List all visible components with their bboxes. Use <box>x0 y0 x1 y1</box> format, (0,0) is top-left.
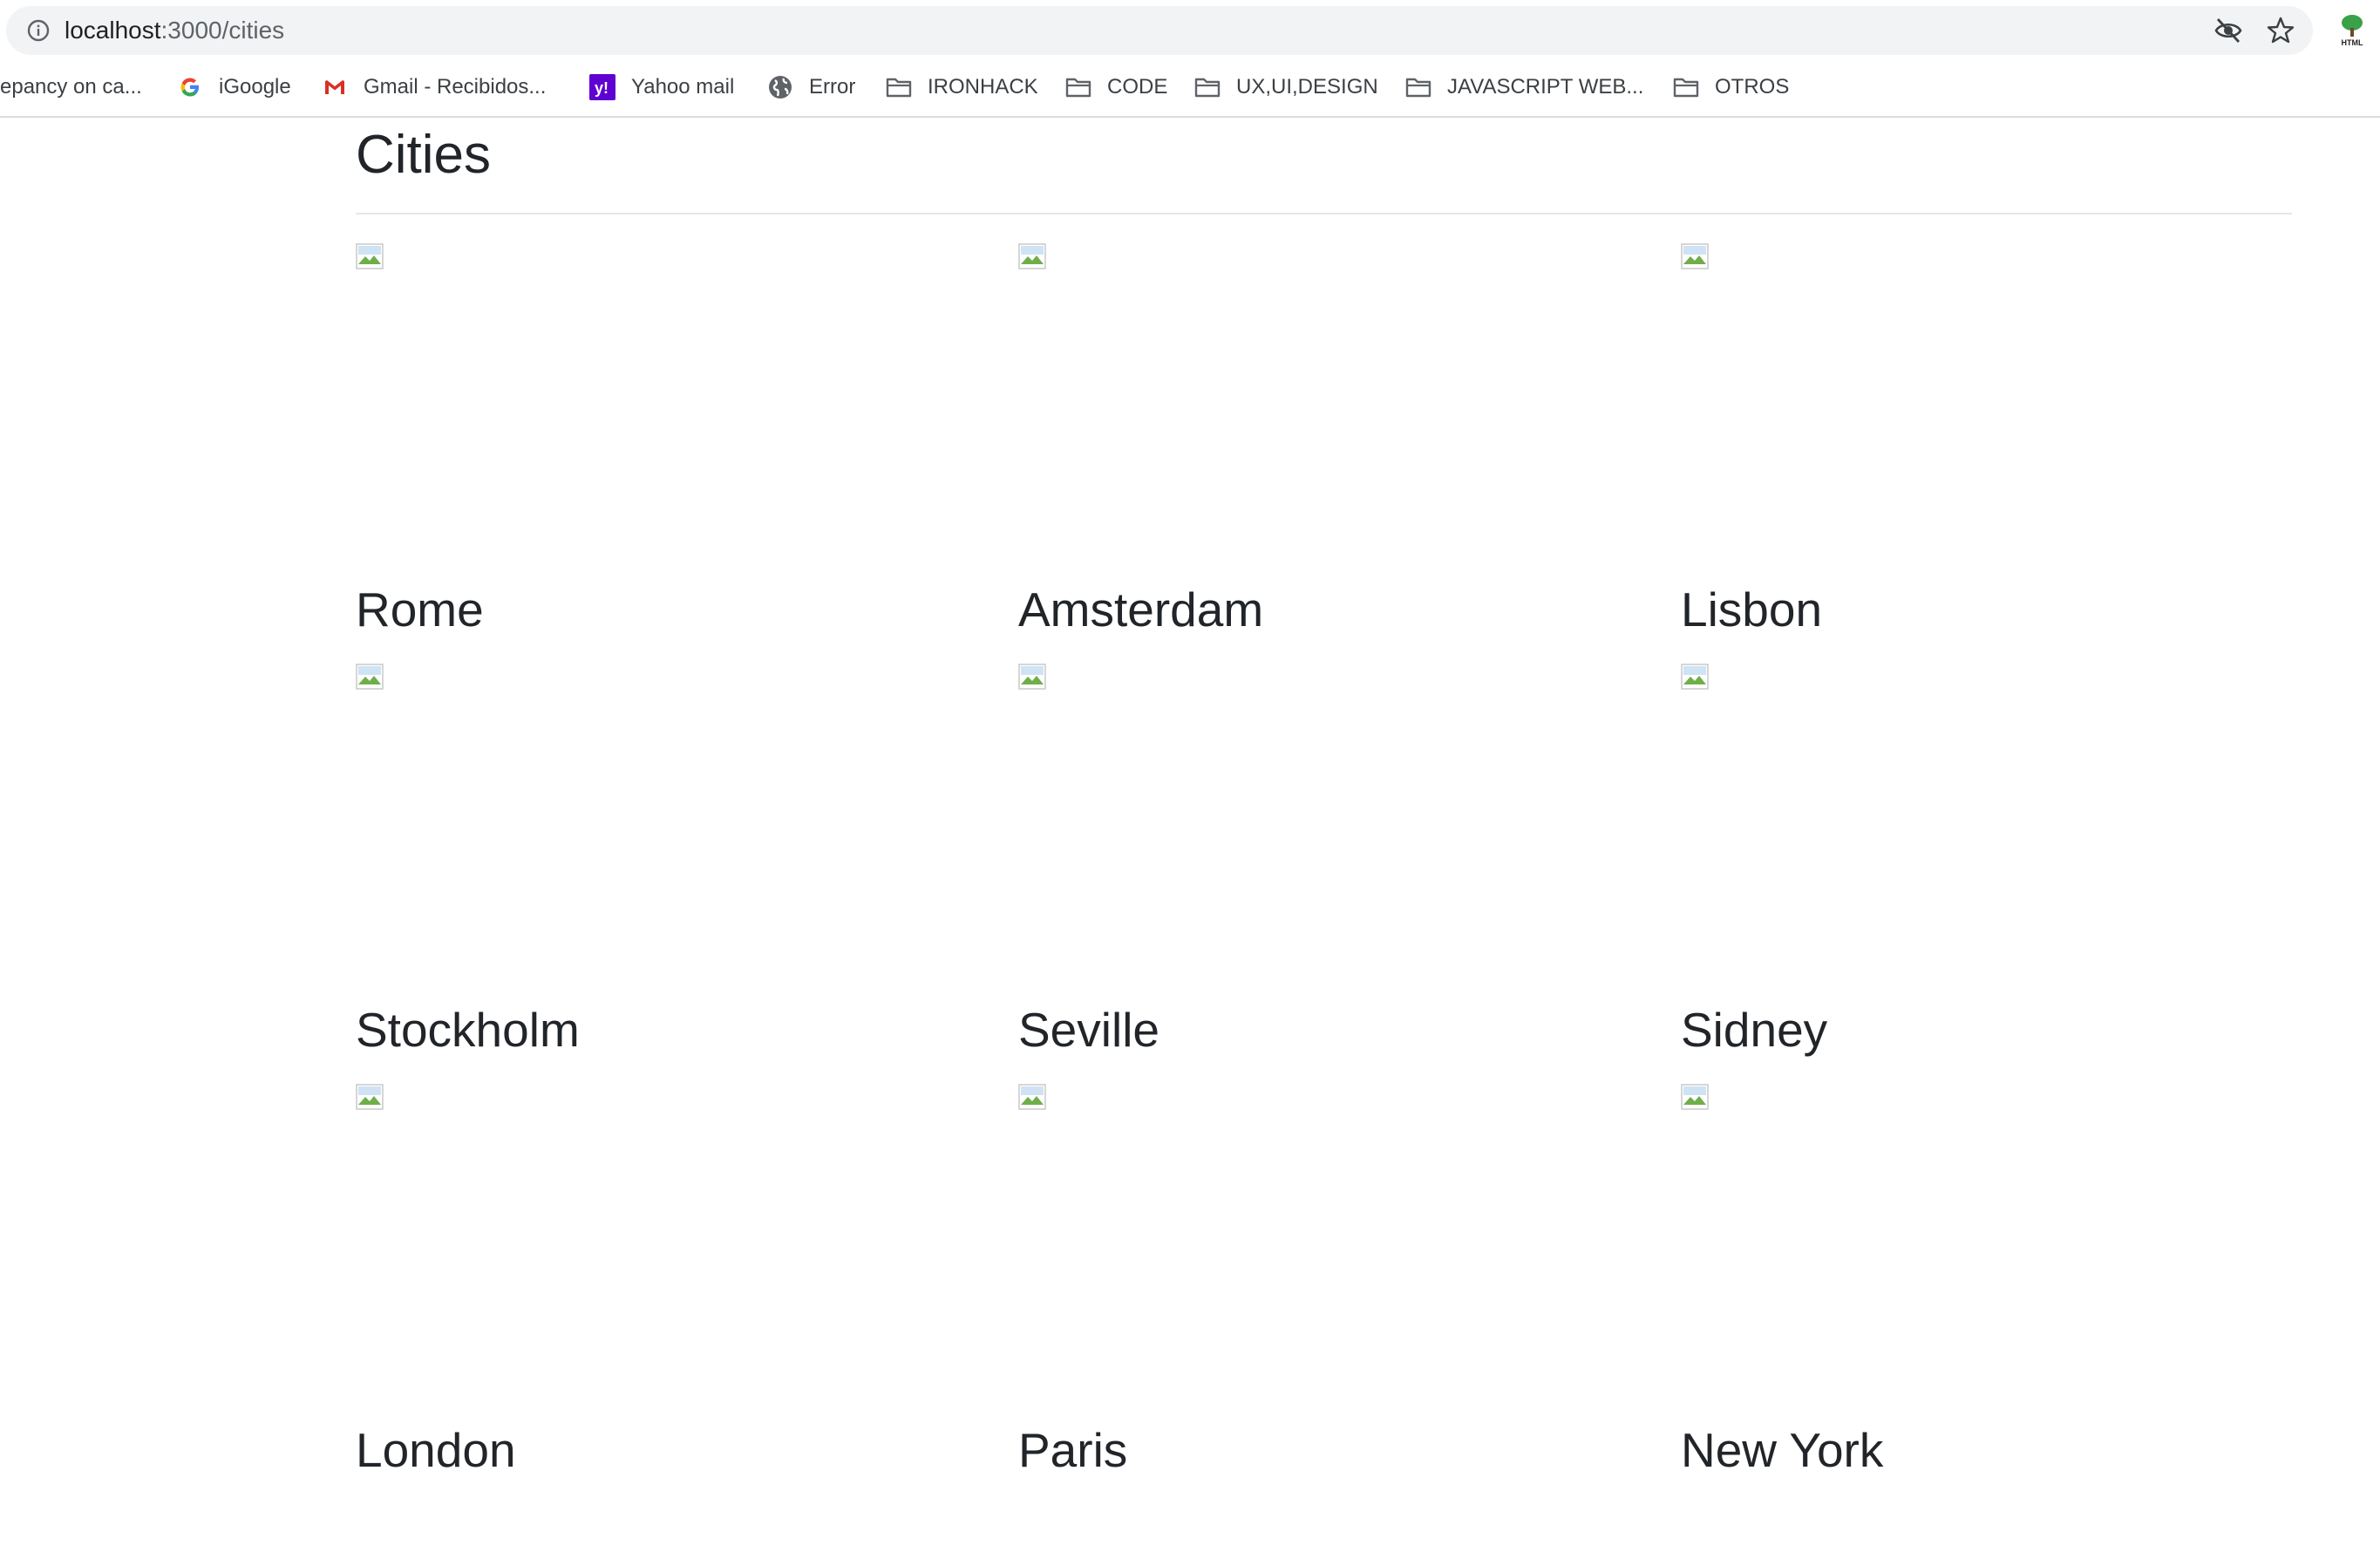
bookmark-label: Yahoo mail <box>631 75 735 99</box>
eye-off-icon[interactable] <box>2213 17 2243 44</box>
google-icon <box>180 78 199 97</box>
broken-image-icon <box>1681 1084 1709 1110</box>
info-icon[interactable] <box>25 17 51 44</box>
title-divider <box>356 213 2292 214</box>
broken-image-icon <box>1681 664 1709 690</box>
bookmark-star-icon[interactable] <box>2266 16 2295 45</box>
bookmark-label: Gmail - Recibidos... <box>364 75 547 99</box>
yahoo-icon: y! <box>589 74 615 100</box>
bookmark-label: iGoogle <box>219 75 291 99</box>
bookmarks-bar: epancy on ca... iGoogle Gmail - Recibido… <box>0 67 2380 107</box>
bookmark-folder-ux-ui-design[interactable]: UX,UI,DESIGN <box>1194 67 1378 107</box>
bookmark-label: OTROS <box>1715 75 1790 99</box>
broken-image-icon <box>1018 664 1046 690</box>
city-card[interactable]: New York <box>1681 1084 2291 1494</box>
page-title: Cities <box>356 125 492 185</box>
bookmark-folder-otros[interactable]: OTROS <box>1673 67 1789 107</box>
city-name: Paris <box>1018 1423 1128 1477</box>
city-name: New York <box>1681 1423 1884 1477</box>
city-card[interactable]: Amsterdam <box>1018 243 1629 653</box>
bookmark-item-yahoo[interactable]: y! Yahoo mail <box>589 67 734 107</box>
bookmark-folder-javascript-web[interactable]: JAVASCRIPT WEB... <box>1405 67 1643 107</box>
svg-text:HTML: HTML <box>2342 38 2363 47</box>
broken-image-icon <box>1018 1084 1046 1110</box>
city-name: Amsterdam <box>1018 582 1264 637</box>
bookmark-label: JAVASCRIPT WEB... <box>1447 75 1644 99</box>
address-bar[interactable]: localhost:3000/cities <box>6 6 2313 55</box>
bookmark-item-igoogle[interactable]: iGoogle <box>177 67 291 107</box>
folder-icon <box>1065 78 1091 98</box>
bookmark-label: IRONHACK <box>928 75 1038 99</box>
bookmark-label: epancy on ca... <box>0 75 142 99</box>
broken-image-icon <box>356 243 384 269</box>
city-card[interactable]: Seville <box>1018 664 1629 1073</box>
city-card[interactable]: Stockholm <box>356 664 966 1073</box>
broken-image-icon <box>1018 243 1046 269</box>
city-card[interactable]: Sidney <box>1681 664 2291 1073</box>
bookmark-folder-code[interactable]: CODE <box>1065 67 1167 107</box>
folder-icon <box>1194 78 1221 98</box>
folder-icon <box>886 78 912 98</box>
city-name: London <box>356 1423 516 1477</box>
city-card[interactable]: Lisbon <box>1681 243 2291 653</box>
broken-image-icon <box>1681 243 1709 269</box>
bookmark-item-gmail[interactable]: Gmail - Recibidos... <box>322 67 546 107</box>
cities-page: Cities Rome Amsterdam Lisbon Stockholm S… <box>356 119 2292 1477</box>
city-name: Sidney <box>1681 1003 1828 1057</box>
city-card[interactable]: Rome <box>356 243 966 653</box>
folder-icon <box>1673 78 1699 98</box>
city-card[interactable]: London <box>356 1084 966 1494</box>
svg-text:y!: y! <box>595 79 609 97</box>
folder-icon <box>1405 78 1431 98</box>
bookmark-folder-ironhack[interactable]: IRONHACK <box>886 67 1038 107</box>
broken-image-icon <box>356 1084 384 1110</box>
gmail-icon <box>325 80 344 94</box>
city-name: Stockholm <box>356 1003 580 1057</box>
url-host: localhost <box>65 17 161 44</box>
url-text[interactable]: localhost:3000/cities <box>65 6 284 55</box>
bookmark-label: UX,UI,DESIGN <box>1236 75 1378 99</box>
url-path: :3000/cities <box>160 17 285 44</box>
bookmark-label: CODE <box>1107 75 1168 99</box>
broken-image-icon <box>356 664 384 690</box>
bookmark-item-error[interactable]: Error <box>767 67 855 107</box>
extension-tree-icon[interactable]: HTML <box>2333 12 2371 47</box>
city-name: Rome <box>356 582 484 637</box>
city-name: Seville <box>1018 1003 1160 1057</box>
bookmark-label: Error <box>809 75 856 99</box>
browser-chrome: localhost:3000/cities HTML epancy on ca.… <box>0 0 2380 118</box>
bookmark-item[interactable]: epancy on ca... <box>0 67 142 107</box>
globe-icon <box>769 76 792 99</box>
city-name: Lisbon <box>1681 582 1823 637</box>
city-card[interactable]: Paris <box>1018 1084 1629 1494</box>
